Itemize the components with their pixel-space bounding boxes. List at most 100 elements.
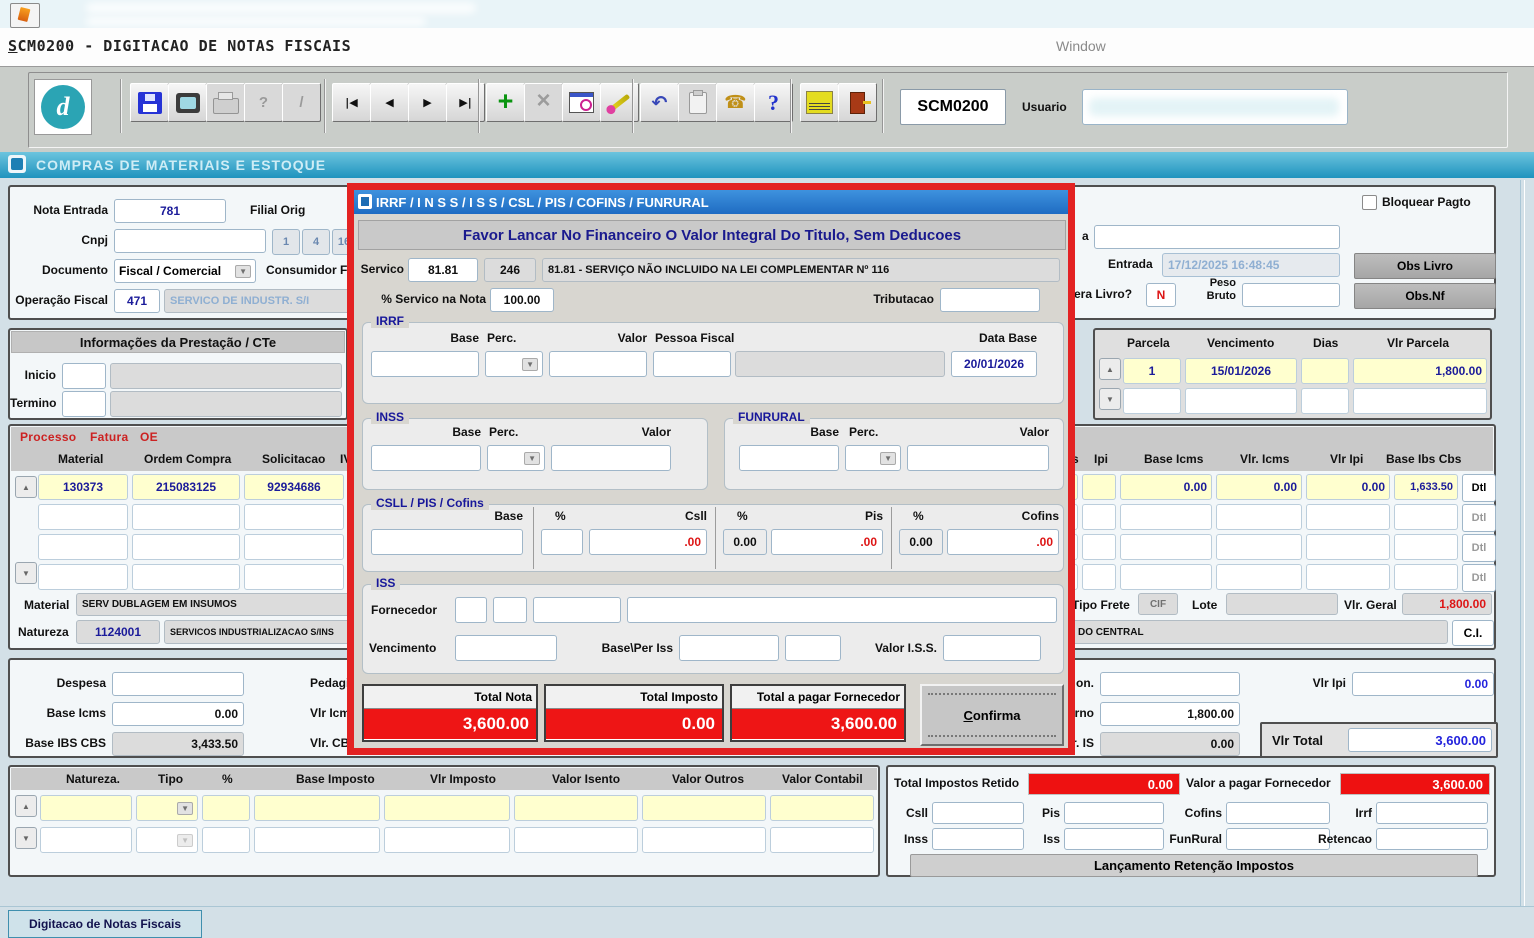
itens-scroll-up[interactable]: ▲ [15, 476, 37, 498]
pis-value-field[interactable]: .00 [771, 529, 883, 555]
obs-nf-button[interactable]: Obs.Nf [1354, 283, 1496, 309]
valor-outros-cell-empty[interactable] [642, 795, 766, 821]
funrural-base-field[interactable] [739, 445, 839, 471]
base-icms-cell[interactable]: 0.00 [1120, 474, 1212, 500]
impostos-scroll-down[interactable]: ▼ [15, 827, 37, 849]
gera-livro-field[interactable]: N [1146, 283, 1176, 307]
vlr-parcela-cell-empty[interactable] [1353, 388, 1487, 414]
operacao-fiscal-code-field[interactable]: 471 [114, 289, 160, 313]
base-icms-field[interactable]: 0.00 [112, 702, 244, 726]
delete-record-button[interactable]: × [524, 83, 563, 122]
solicitacao-cell[interactable]: 92934686 [244, 474, 344, 500]
ipi-cell[interactable] [1082, 474, 1116, 500]
per-iss-field[interactable] [785, 635, 841, 661]
tab-fatura[interactable]: Fatura [90, 430, 128, 444]
add-record-button[interactable]: + [486, 83, 525, 122]
iss-vencimento-field[interactable] [455, 635, 557, 661]
irrf-perc-dropdown[interactable]: ▼ [485, 351, 543, 377]
parcela-cell[interactable]: 1 [1123, 358, 1181, 384]
ci-button[interactable]: C.I. [1452, 620, 1494, 646]
nota-entrada-field[interactable]: 781 [114, 199, 226, 223]
parcelas-scroll-up[interactable]: ▲ [1099, 358, 1121, 380]
ordem-compra-cell[interactable]: 215083125 [132, 474, 240, 500]
dtl-button-2[interactable]: Dtl [1462, 504, 1496, 532]
cofins-value-field[interactable]: .00 [947, 529, 1059, 555]
save-button[interactable] [130, 83, 169, 122]
csll-pct-field[interactable] [541, 529, 583, 555]
pis-field[interactable] [1064, 802, 1164, 824]
tab-processo[interactable]: Processo [20, 430, 76, 444]
screen-button[interactable] [168, 83, 207, 122]
solicitacao-cell-empty[interactable] [244, 564, 344, 590]
ipi-cell-empty[interactable] [1082, 564, 1116, 590]
dtl-button-1[interactable]: Dtl [1462, 474, 1496, 502]
print-button[interactable] [206, 83, 245, 122]
clipboard-button[interactable] [678, 83, 717, 122]
valor-outros-cell-empty[interactable] [642, 827, 766, 853]
retencao-field[interactable] [1376, 828, 1488, 850]
base-icms-cell-empty[interactable] [1120, 504, 1212, 530]
obs-livro-button[interactable]: Obs Livro [1354, 253, 1496, 279]
funrural-valor-field[interactable] [907, 445, 1049, 471]
tipo-cell-empty[interactable]: ▼ [136, 795, 198, 821]
valor-isento-cell-empty[interactable] [514, 795, 638, 821]
inss-base-field[interactable] [371, 445, 481, 471]
solicitacao-cell-empty[interactable] [244, 504, 344, 530]
filial-button-2[interactable]: 4 [302, 229, 330, 255]
confirma-button[interactable]: Confirma [920, 684, 1064, 746]
window-menu[interactable]: Window [1056, 38, 1106, 54]
valor-isento-cell-empty[interactable] [514, 827, 638, 853]
valor-contabil-cell-empty[interactable] [770, 827, 874, 853]
ordem-compra-cell-empty[interactable] [132, 504, 240, 530]
logo-button[interactable]: d [34, 79, 92, 135]
material-cell[interactable]: 130373 [38, 474, 128, 500]
pct-cell-empty[interactable] [202, 827, 250, 853]
run-pointer-button[interactable]: / [282, 83, 321, 122]
retorno-field[interactable]: 1,800.00 [1100, 702, 1240, 726]
vlr-ipi-cell-empty[interactable] [1306, 534, 1390, 560]
undo-button[interactable]: ↶ [640, 83, 679, 122]
base-imposto-cell-empty[interactable] [254, 827, 380, 853]
first-record-button[interactable]: |◀ [332, 83, 371, 122]
base-ibs-cbs-cell-empty[interactable] [1394, 504, 1458, 530]
irrf-valor-field[interactable] [549, 351, 647, 377]
base-iss-field[interactable] [679, 635, 779, 661]
solicitacao-cell-empty[interactable] [244, 534, 344, 560]
peso-bruto-field[interactable] [1242, 283, 1340, 307]
vlr-icms-cell[interactable]: 0.00 [1216, 474, 1302, 500]
natureza-cell-empty[interactable] [40, 827, 132, 853]
csll-value-field[interactable]: .00 [589, 529, 707, 555]
prev-record-button[interactable]: ◀ [370, 83, 409, 122]
perc-servico-field[interactable]: 100.00 [490, 288, 554, 312]
exit-button[interactable] [838, 83, 877, 122]
next-record-button[interactable]: ▶ [408, 83, 447, 122]
vlr-parcela-cell[interactable]: 1,800.00 [1353, 358, 1487, 384]
dtl-button-4[interactable]: Dtl [1462, 564, 1496, 592]
iss-fornecedor-field-3[interactable] [533, 597, 621, 623]
irrf-pessoa-field[interactable] [653, 351, 731, 377]
ipi-cell-empty[interactable] [1082, 534, 1116, 560]
material-cell-empty[interactable] [38, 564, 128, 590]
funrural-perc-dropdown[interactable]: ▼ [845, 445, 901, 471]
ordem-compra-cell-empty[interactable] [132, 564, 240, 590]
natureza-cell-empty[interactable] [40, 795, 132, 821]
window-menu-title[interactable]: SCM0200 - DIGITACAO DE NOTAS FISCAIS [8, 37, 351, 55]
search-window-button[interactable] [562, 83, 601, 122]
pis-pct-field[interactable]: 0.00 [723, 529, 767, 555]
filial-button-1[interactable]: 1 [272, 229, 300, 255]
phone-button[interactable]: ☎ [716, 83, 755, 122]
iss-fornecedor-name-field[interactable] [627, 597, 1057, 623]
valor-iss-field[interactable] [943, 635, 1041, 661]
base-imposto-cell-empty[interactable] [254, 795, 380, 821]
vlr-imposto-cell-empty[interactable] [384, 795, 510, 821]
irrf-base-field[interactable] [371, 351, 479, 377]
csll-base-field[interactable] [371, 529, 523, 555]
parcelas-scroll-down[interactable]: ▼ [1099, 388, 1121, 410]
tributacao-field[interactable] [940, 288, 1040, 312]
lancamento-retencao-button[interactable]: Lançamento Retenção Impostos [910, 854, 1478, 877]
cofins-pct-field[interactable]: 0.00 [899, 529, 943, 555]
material-cell-empty[interactable] [38, 534, 128, 560]
servico-code-field[interactable]: 81.81 [408, 258, 478, 282]
irrf-field[interactable] [1376, 802, 1488, 824]
valor-contabil-cell-empty[interactable] [770, 795, 874, 821]
